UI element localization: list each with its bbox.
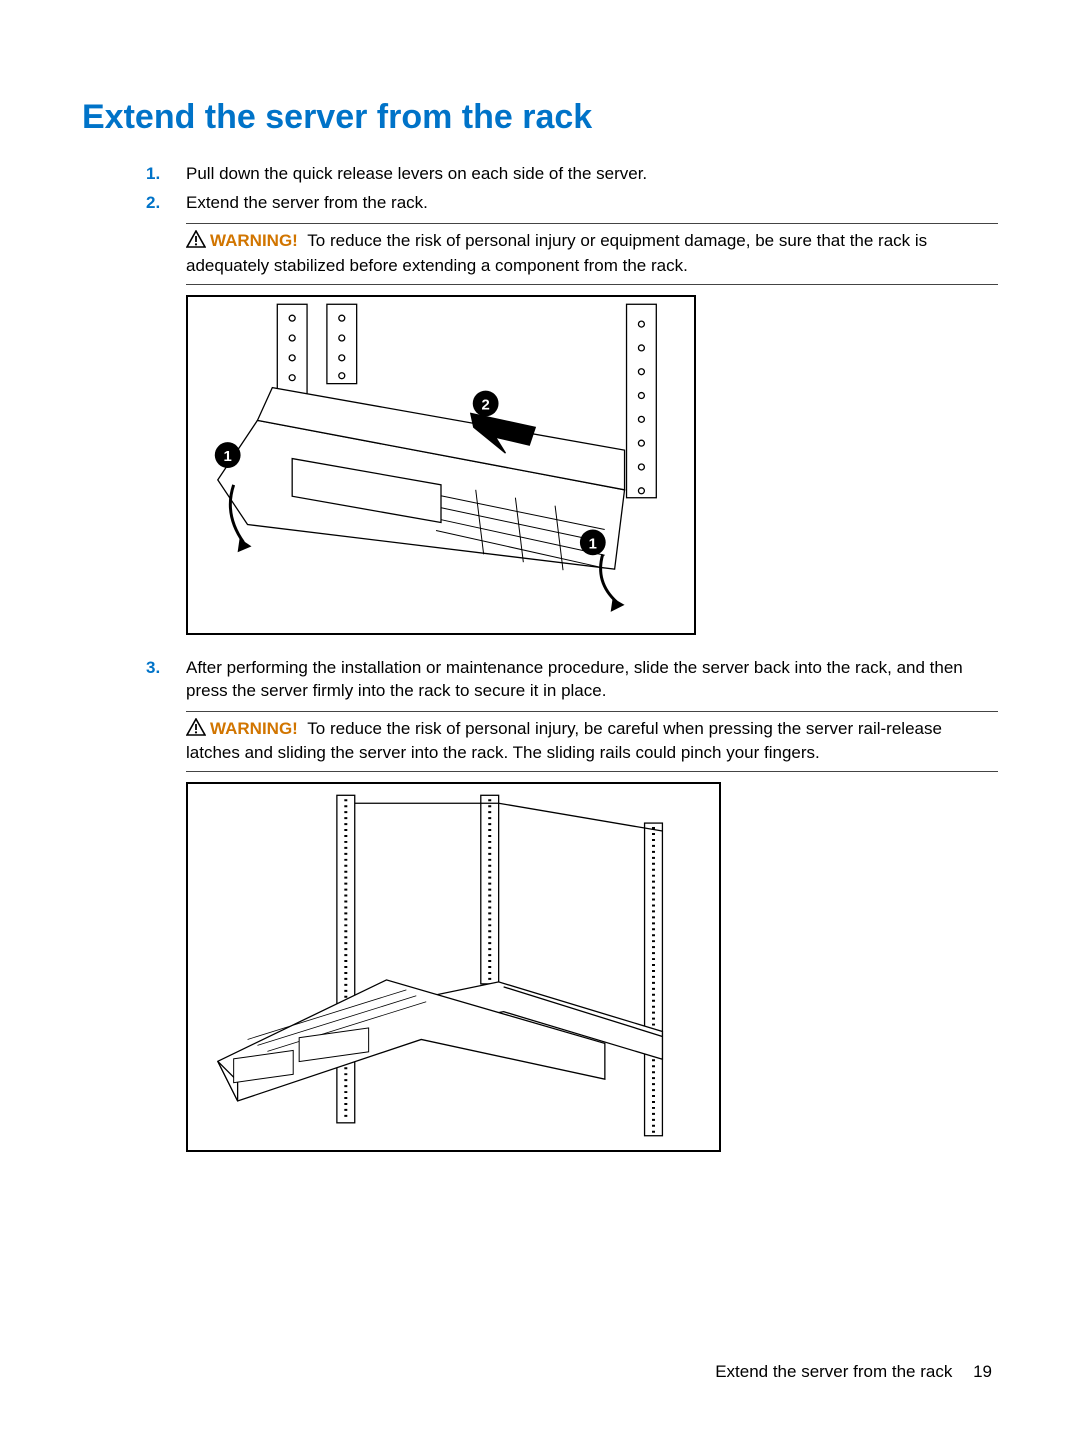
warning-icon xyxy=(186,718,206,743)
step-1: 1. Pull down the quick release levers on… xyxy=(186,163,998,186)
page-title: Extend the server from the rack xyxy=(82,95,998,141)
figure-1: 1 2 1 xyxy=(186,295,696,635)
step-1-text: Pull down the quick release levers on ea… xyxy=(186,164,647,183)
step-3-text: After performing the installation or mai… xyxy=(186,658,963,700)
callout-1a: 1 xyxy=(224,449,232,465)
callout-1b: 1 xyxy=(589,536,597,552)
warning-2-text: To reduce the risk of personal injury, b… xyxy=(186,719,942,763)
callout-2: 2 xyxy=(482,397,490,413)
footer-section: Extend the server from the rack xyxy=(715,1362,952,1381)
footer-page-number: 19 xyxy=(973,1362,992,1381)
step-1-number: 1. xyxy=(146,163,160,186)
warning-1: WARNING! To reduce the risk of personal … xyxy=(186,223,998,285)
step-3-number: 3. xyxy=(146,657,160,680)
steps-list: 1. Pull down the quick release levers on… xyxy=(82,163,998,1153)
warning-2: WARNING! To reduce the risk of personal … xyxy=(186,711,998,773)
step-2: 2. Extend the server from the rack. WARN… xyxy=(186,192,998,635)
page-container: Extend the server from the rack 1. Pull … xyxy=(0,0,1080,1438)
figure-2 xyxy=(186,782,721,1152)
page-footer: Extend the server from the rack 19 xyxy=(715,1361,992,1384)
step-2-text: Extend the server from the rack. xyxy=(186,193,428,212)
warning-1-text: To reduce the risk of personal injury or… xyxy=(186,231,927,275)
step-2-number: 2. xyxy=(146,192,160,215)
warning-2-label: WARNING! xyxy=(210,719,298,738)
step-3: 3. After performing the installation or … xyxy=(186,657,998,1153)
warning-1-label: WARNING! xyxy=(210,231,298,250)
warning-icon xyxy=(186,230,206,255)
